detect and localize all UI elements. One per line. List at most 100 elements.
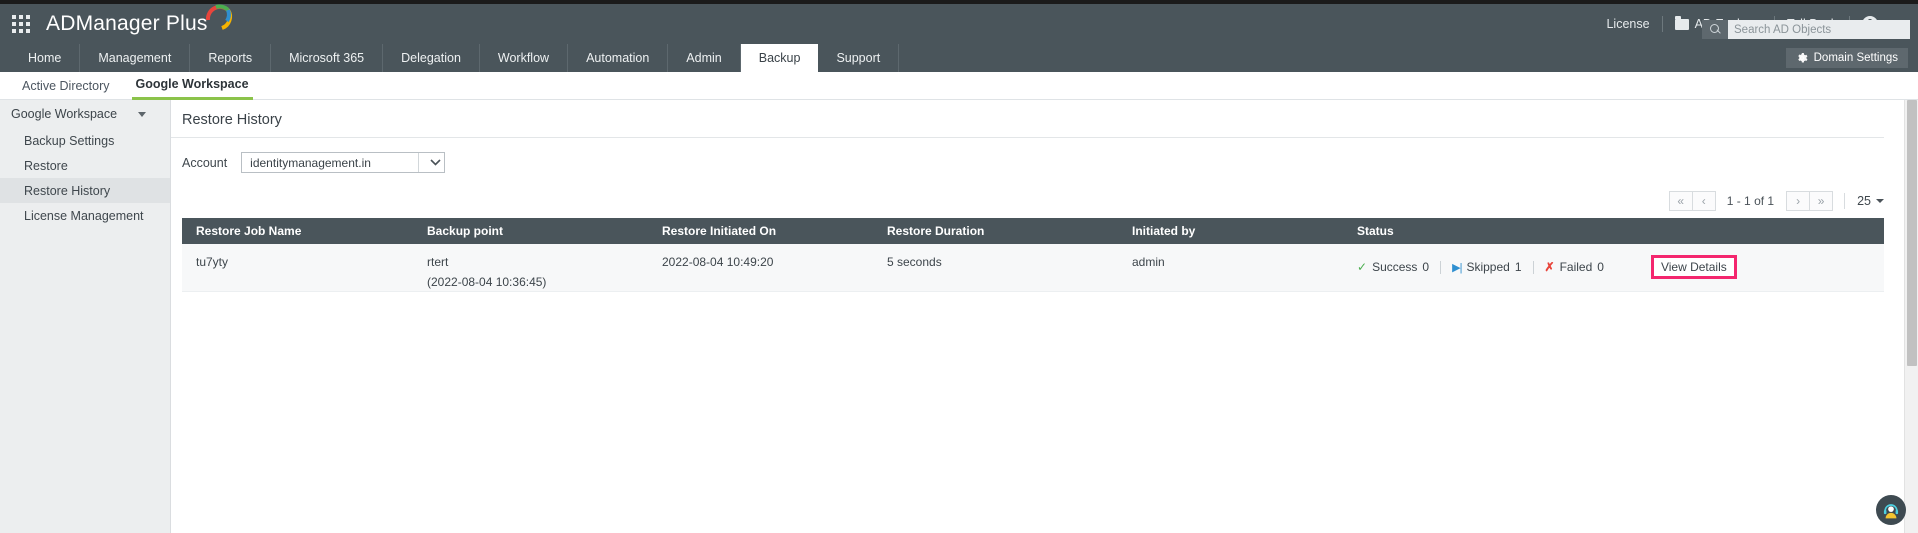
sidebar-item-restore-history[interactable]: Restore History <box>0 178 170 203</box>
sidebar-heading-label: Google Workspace <box>11 107 118 121</box>
tab-management-label: Management <box>98 51 172 65</box>
pagination-next-label: › <box>1796 194 1801 208</box>
cell-restore-job-name: tu7yty <box>196 255 229 269</box>
main-nav-tabs: Home Management Reports Microsoft 365 De… <box>10 44 900 72</box>
tab-delegation[interactable]: Delegation <box>383 44 480 72</box>
subtab-active-directory-label: Active Directory <box>22 78 110 93</box>
tab-backup-label: Backup <box>758 51 801 65</box>
tab-management[interactable]: Management <box>80 44 191 72</box>
header-license-label: License <box>1606 17 1650 31</box>
tab-automation[interactable]: Automation <box>568 44 669 72</box>
view-details-button[interactable]: View Details <box>1650 255 1737 279</box>
domain-settings-button[interactable]: Domain Settings <box>1785 48 1908 68</box>
tab-backup[interactable]: Backup <box>740 44 819 72</box>
table-header-row: Restore Job Name Backup point Restore In… <box>182 218 1884 244</box>
tab-reports[interactable]: Reports <box>190 44 272 72</box>
support-agent-avatar-icon <box>1883 504 1899 519</box>
status-skipped: ▶| Skipped 1 <box>1441 260 1532 274</box>
tab-workflow-label: Workflow <box>497 51 550 65</box>
tab-delegation-label: Delegation <box>401 51 461 65</box>
cell-restore-duration: 5 seconds <box>887 255 942 269</box>
status-skipped-count: 1 <box>1514 260 1522 274</box>
tab-workflow[interactable]: Workflow <box>480 44 569 72</box>
gear-icon <box>1797 53 1808 63</box>
cell-backup-point: rtert (2022-08-04 10:36:45) <box>427 255 662 289</box>
subtab-google-workspace[interactable]: Google Workspace <box>131 72 253 100</box>
tab-home[interactable]: Home <box>10 44 81 72</box>
main-content: Restore History Account identitymanageme… <box>171 100 1906 533</box>
column-header-restore-job-name: Restore Job Name <box>196 224 302 238</box>
cell-restore-initiated-on: 2022-08-04 10:49:20 <box>662 255 774 269</box>
folder-icon <box>1674 15 1689 30</box>
sidebar-item-label: Restore <box>24 158 68 173</box>
sidebar-item-license-management[interactable]: License Management <box>0 203 170 228</box>
chevron-down-icon <box>138 111 146 117</box>
domain-settings-label: Domain Settings <box>1813 52 1898 64</box>
tab-support[interactable]: Support <box>818 44 900 72</box>
pagination-prev-button[interactable]: ‹ <box>1691 191 1716 211</box>
status-success-label: Success <box>1372 260 1418 274</box>
pagination-last-button[interactable]: » <box>1809 191 1834 211</box>
pagination-divider <box>1844 193 1846 209</box>
cell-status: ✓ Success 0 ▶| Skipped 1 ✗ Failed 0 View… <box>1357 255 1884 279</box>
global-search[interactable] <box>1702 20 1910 39</box>
sidebar-item-backup-settings[interactable]: Backup Settings <box>0 128 170 153</box>
column-header-initiated-by: Initiated by <box>1132 224 1196 238</box>
account-label: Account <box>182 155 228 170</box>
subtab-active-directory[interactable]: Active Directory <box>18 72 114 100</box>
tab-automation-label: Automation <box>586 51 650 65</box>
backup-point-name: rtert <box>427 255 449 269</box>
apps-grid-icon[interactable] <box>10 13 32 35</box>
column-header-restore-duration: Restore Duration <box>887 224 985 238</box>
sidebar-item-restore[interactable]: Restore <box>0 153 170 178</box>
pagination: « ‹ 1 - 1 of 1 › » 25 <box>171 191 1906 211</box>
support-chat-button[interactable] <box>1876 495 1906 525</box>
sidebar-heading-google-workspace[interactable]: Google Workspace <box>0 100 170 128</box>
search-icon <box>1709 24 1721 35</box>
status-badge-group: ✓ Success 0 ▶| Skipped 1 ✗ Failed 0 <box>1357 260 1615 274</box>
page-size-select[interactable]: 25 <box>1857 194 1884 208</box>
tab-home-label: Home <box>28 51 62 65</box>
status-success-count: 0 <box>1422 260 1430 274</box>
chevron-down-icon <box>1876 199 1884 203</box>
pagination-next-button[interactable]: › <box>1786 191 1811 211</box>
brand-suffix: Plus <box>159 12 208 35</box>
cross-icon: ✗ <box>1544 260 1555 274</box>
column-header-restore-initiated-on: Restore Initiated On <box>662 224 777 238</box>
vertical-scrollbar[interactable] <box>1904 100 1918 533</box>
search-icon-button[interactable] <box>1702 20 1728 39</box>
status-skipped-label: Skipped <box>1466 260 1510 274</box>
header-license-link[interactable]: License <box>1594 14 1661 34</box>
table-row: tu7yty rtert (2022-08-04 10:36:45) 2022-… <box>182 244 1884 292</box>
sidebar-item-label: Backup Settings <box>24 133 115 148</box>
tab-support-label: Support <box>836 51 881 65</box>
cell-initiated-by: admin <box>1132 255 1165 269</box>
account-select-value: identitymanagement.in <box>250 155 371 170</box>
pagination-last-label: » <box>1817 194 1825 208</box>
pagination-first-button[interactable]: « <box>1668 191 1693 211</box>
search-input[interactable] <box>1728 20 1910 39</box>
sidebar-item-label: Restore History <box>24 183 111 198</box>
pagination-first-label: « <box>1677 194 1685 208</box>
status-failed-label: Failed <box>1559 260 1593 274</box>
status-success: ✓ Success 0 <box>1357 260 1440 274</box>
logo-swoosh-icon <box>205 4 232 30</box>
scrollbar-thumb[interactable] <box>1907 100 1917 366</box>
sidebar-item-label: License Management <box>24 208 144 223</box>
check-icon: ✓ <box>1357 260 1368 274</box>
restore-history-table: Restore Job Name Backup point Restore In… <box>182 218 1884 292</box>
tab-admin-label: Admin <box>686 51 722 65</box>
tab-reports-label: Reports <box>208 51 253 65</box>
pagination-prev-label: ‹ <box>1701 194 1706 208</box>
subtab-google-workspace-label: Google Workspace <box>135 77 249 91</box>
account-filter-row: Account identitymanagement.in <box>171 138 1906 173</box>
sub-nav-bar: Active Directory Google Workspace <box>0 72 1918 100</box>
account-select[interactable]: identitymanagement.in <box>241 152 446 173</box>
pagination-range: 1 - 1 of 1 <box>1726 194 1775 208</box>
tab-admin[interactable]: Admin <box>668 44 741 72</box>
brand-name: ADManager <box>46 12 160 35</box>
chevron-down-icon <box>418 153 444 172</box>
page-title: Restore History <box>171 100 1884 138</box>
tab-microsoft-365-label: Microsoft 365 <box>289 51 365 65</box>
tab-microsoft-365[interactable]: Microsoft 365 <box>271 44 384 72</box>
